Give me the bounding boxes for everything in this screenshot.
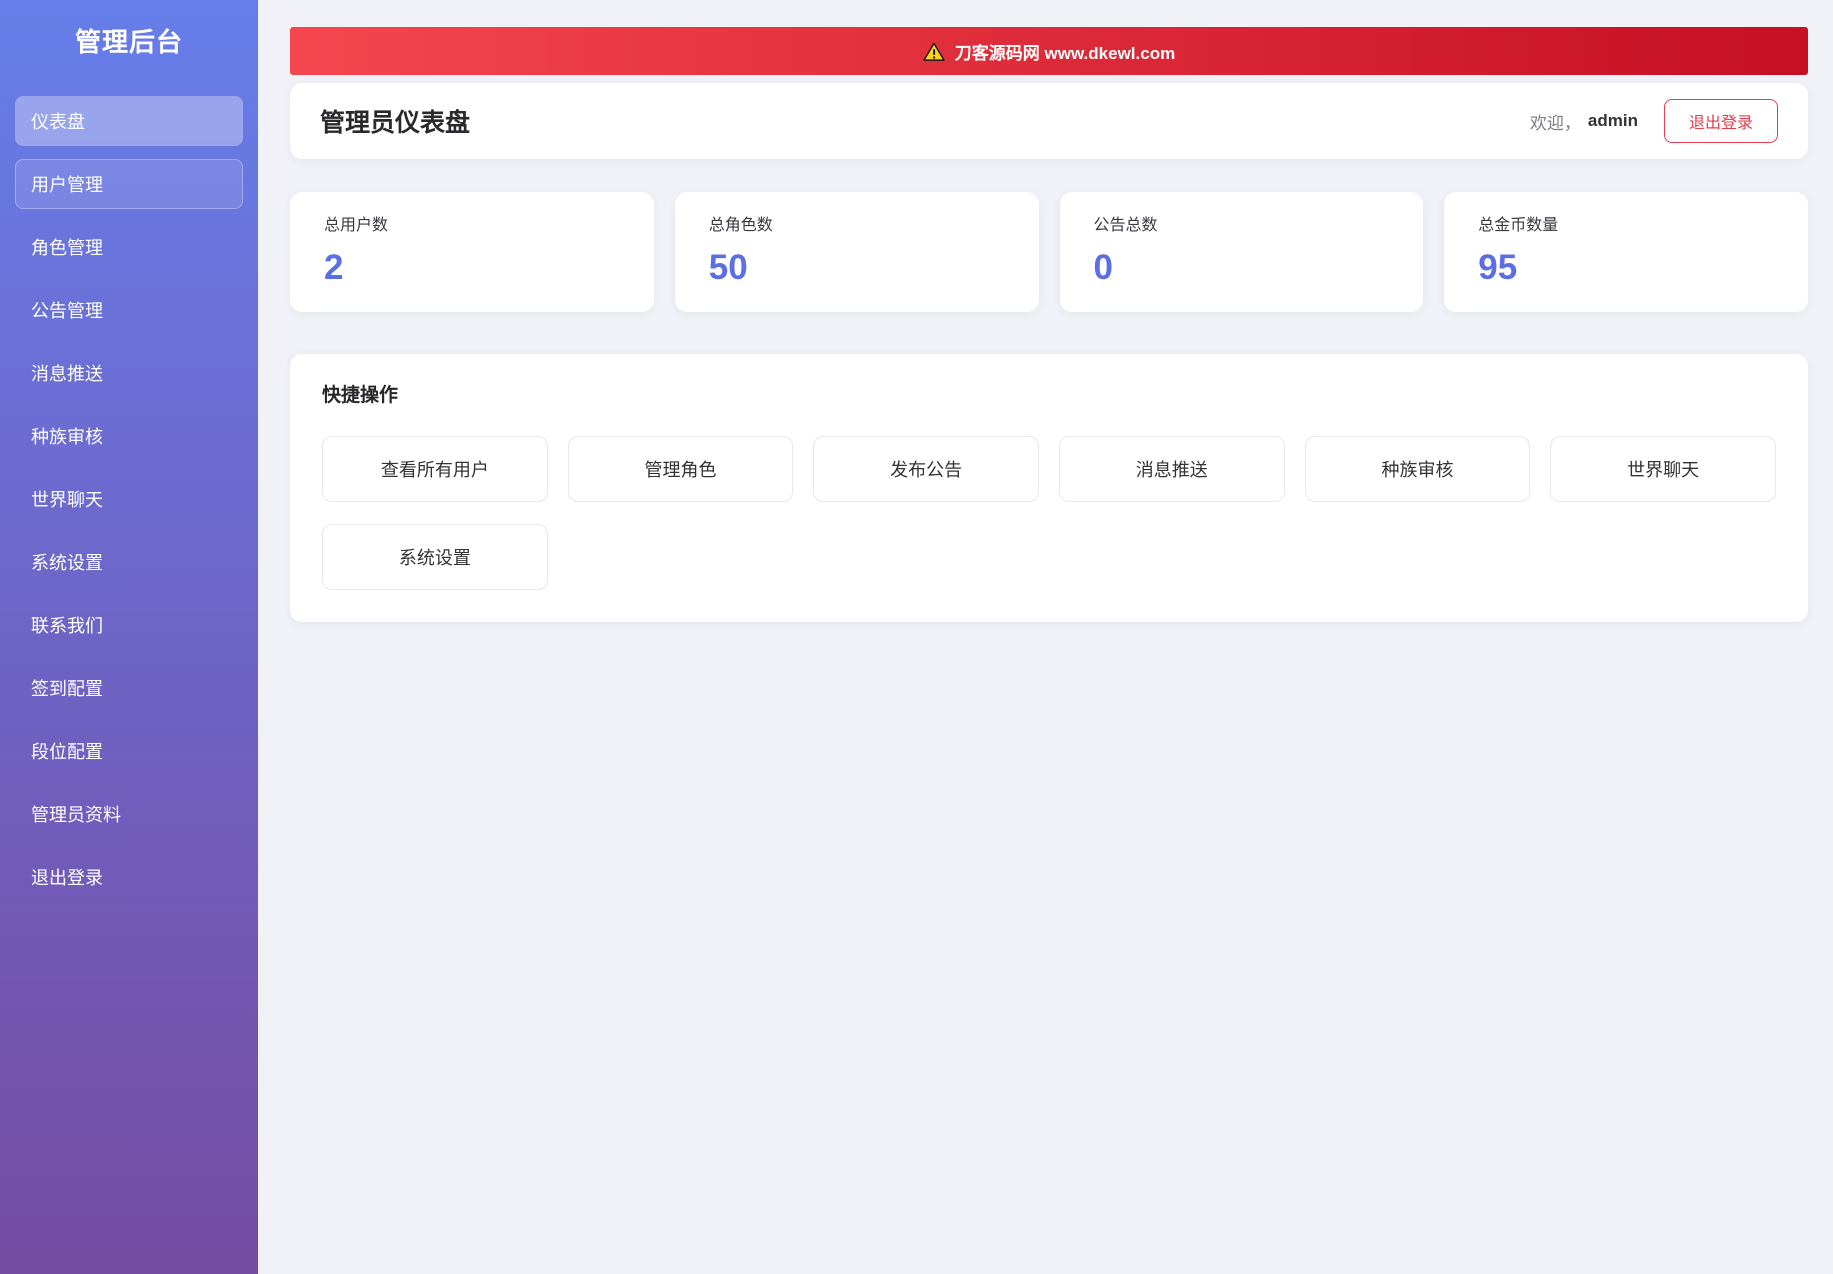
sidebar-item-label: 仪表盘 xyxy=(31,112,85,132)
sidebar-item-settings[interactable]: 系统设置 xyxy=(15,537,243,587)
sidebar-item-checkin-config[interactable]: 签到配置 xyxy=(15,663,243,713)
stat-label: 总用户数 xyxy=(324,217,389,234)
sidebar-item-label: 世界聊天 xyxy=(31,490,103,510)
quick-actions-grid: 查看所有用户 管理角色 发布公告 消息推送 种族审核 世界聊天 系统设置 xyxy=(322,436,1776,590)
sidebar-item-label: 系统设置 xyxy=(31,553,103,573)
notice-banner: 刀客源码网 www.dkewl.com xyxy=(290,27,1808,75)
quick-action-label: 发布公告 xyxy=(890,460,963,480)
stat-label: 总角色数 xyxy=(708,217,773,234)
quick-actions-title: 快捷操作 xyxy=(322,385,399,406)
stat-value: 50 xyxy=(708,248,748,287)
stat-card: 总角色数 50 xyxy=(674,192,1039,312)
stat-value: 0 xyxy=(1093,248,1113,287)
quick-actions-panel: 快捷操作 查看所有用户 管理角色 发布公告 消息推送 种族审核 世界聊天 系统设… xyxy=(290,354,1808,622)
quick-action-label: 消息推送 xyxy=(1135,460,1208,480)
header-user-area: 欢迎， admin 退出登录 xyxy=(1530,99,1778,143)
sidebar-item-label: 管理员资料 xyxy=(31,805,121,825)
notice-banner-text: 刀客源码网 www.dkewl.com xyxy=(954,43,1176,63)
stats-row: 总用户数 2 总角色数 50 公告总数 0 总金币数量 95 xyxy=(290,192,1808,312)
sidebar-item-message-push[interactable]: 消息推送 xyxy=(15,348,243,398)
sidebar-item-admin-profile[interactable]: 管理员资料 xyxy=(15,789,243,839)
stat-value: 95 xyxy=(1478,248,1518,287)
stat-card: 总金币数量 95 xyxy=(1444,192,1808,312)
quick-action-label: 世界聊天 xyxy=(1627,460,1700,480)
welcome-text: 欢迎， xyxy=(1529,113,1581,133)
quick-action-button-world-chat[interactable]: 世界聊天 xyxy=(1550,436,1776,502)
stat-label: 总金币数量 xyxy=(1478,217,1559,234)
warning-icon xyxy=(923,42,945,61)
sidebar-item-label: 消息推送 xyxy=(31,364,103,384)
sidebar-item-label: 退出登录 xyxy=(31,868,103,888)
sidebar-item-race-review[interactable]: 种族审核 xyxy=(15,411,243,461)
sidebar: 管理后台 仪表盘 用户管理 角色管理 公告管理 消息推送 种族审核 世界聊天 系… xyxy=(0,0,258,1274)
quick-action-button-manage-roles[interactable]: 管理角色 xyxy=(567,436,794,502)
stat-label: 公告总数 xyxy=(1093,217,1158,234)
quick-action-label: 查看所有用户 xyxy=(380,460,489,480)
sidebar-menu: 仪表盘 用户管理 角色管理 公告管理 消息推送 种族审核 世界聊天 系统设置 联… xyxy=(0,96,258,902)
main-content: 刀客源码网 www.dkewl.com 管理员仪表盘 欢迎， admin 退出登… xyxy=(258,0,1833,622)
quick-action-button-system-settings[interactable]: 系统设置 xyxy=(322,524,548,590)
stat-card: 公告总数 0 xyxy=(1059,192,1424,312)
sidebar-item-label: 段位配置 xyxy=(31,742,103,762)
stat-card: 总用户数 2 xyxy=(290,192,654,312)
sidebar-item-contact[interactable]: 联系我们 xyxy=(15,600,243,650)
sidebar-item-announcements[interactable]: 公告管理 xyxy=(15,285,243,335)
sidebar-item-roles[interactable]: 角色管理 xyxy=(15,222,243,272)
sidebar-item-world-chat[interactable]: 世界聊天 xyxy=(15,474,243,524)
app-title: 管理后台 xyxy=(74,27,183,57)
sidebar-item-label: 角色管理 xyxy=(31,238,103,258)
quick-action-label: 种族审核 xyxy=(1381,460,1454,480)
quick-action-button-message-push[interactable]: 消息推送 xyxy=(1058,436,1285,502)
sidebar-item-dashboard[interactable]: 仪表盘 xyxy=(15,96,243,146)
username: admin xyxy=(1587,111,1638,130)
sidebar-item-label: 联系我们 xyxy=(31,616,103,636)
quick-action-label: 系统设置 xyxy=(398,548,471,568)
sidebar-item-label: 用户管理 xyxy=(31,175,103,195)
logout-button[interactable]: 退出登录 xyxy=(1663,99,1778,143)
quick-action-button-race-review[interactable]: 种族审核 xyxy=(1304,436,1531,502)
stat-value: 2 xyxy=(324,248,344,287)
sidebar-item-label: 公告管理 xyxy=(31,301,103,321)
sidebar-item-rank-config[interactable]: 段位配置 xyxy=(15,726,243,776)
page-header: 管理员仪表盘 欢迎， admin 退出登录 xyxy=(290,83,1808,159)
page-title: 管理员仪表盘 xyxy=(320,109,471,137)
sidebar-item-label: 签到配置 xyxy=(31,679,103,699)
sidebar-item-logout[interactable]: 退出登录 xyxy=(15,852,243,902)
sidebar-item-label: 种族审核 xyxy=(31,427,103,447)
quick-action-button-publish-announcement[interactable]: 发布公告 xyxy=(813,436,1039,502)
sidebar-item-users[interactable]: 用户管理 xyxy=(15,159,243,209)
quick-action-button-view-all-users[interactable]: 查看所有用户 xyxy=(322,436,548,502)
quick-action-label: 管理角色 xyxy=(644,460,717,480)
